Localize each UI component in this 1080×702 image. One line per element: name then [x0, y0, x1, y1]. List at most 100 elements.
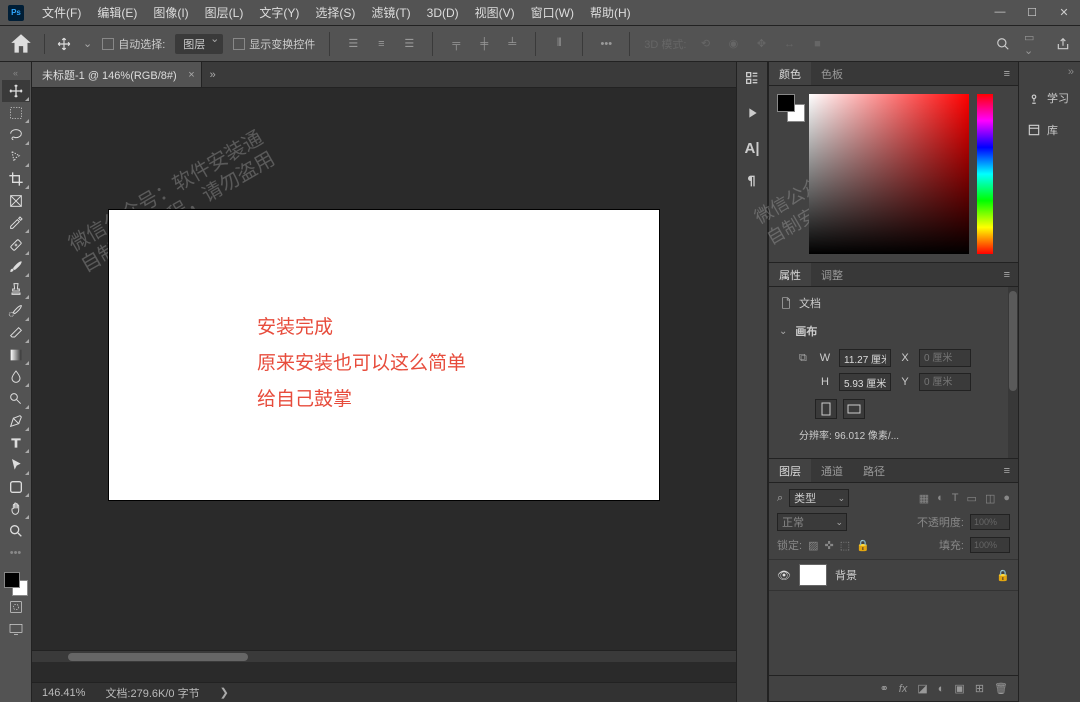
lock-all-icon[interactable]: 🔒 — [856, 539, 870, 552]
library-panel-button[interactable]: 库 — [1019, 114, 1080, 146]
eyedropper-tool[interactable] — [2, 212, 30, 234]
link-layers-icon[interactable]: ⚭ — [880, 682, 889, 695]
filter-adjust-icon[interactable]: ◐ — [937, 492, 944, 505]
layer-thumbnail[interactable] — [799, 564, 827, 586]
dodge-tool[interactable] — [2, 388, 30, 410]
menu-edit[interactable]: 编辑(E) — [89, 4, 145, 21]
lock-pixels-icon[interactable]: ▨ — [808, 539, 818, 552]
layer-group-icon[interactable]: ▣ — [954, 682, 964, 695]
filter-toggle-icon[interactable]: ● — [1003, 492, 1010, 505]
tab-color[interactable]: 颜色 — [769, 62, 811, 85]
filter-shape-icon[interactable]: ▭ — [967, 492, 977, 505]
move-tool-icon[interactable] — [55, 35, 73, 53]
doc-size[interactable]: 文档:279.6K/0 字节 — [105, 685, 199, 701]
props-panel-menu-icon[interactable]: ≡ — [996, 269, 1018, 281]
horizontal-scrollbar[interactable] — [32, 650, 736, 662]
menu-window[interactable]: 窗口(W) — [523, 4, 582, 21]
crop-tool[interactable] — [2, 168, 30, 190]
x-input[interactable] — [919, 349, 971, 367]
menu-select[interactable]: 选择(S) — [307, 4, 363, 21]
menu-layer[interactable]: 图层(L) — [197, 4, 252, 21]
lock-position-icon[interactable]: ✜ — [824, 539, 833, 552]
color-field[interactable] — [809, 94, 969, 254]
lock-artboard-icon[interactable]: ⬚ — [840, 539, 850, 552]
close-button[interactable]: ✕ — [1056, 6, 1072, 19]
resolution-text[interactable]: 分辨率: 96.012 像素/... — [799, 427, 1008, 442]
show-transform-checkbox[interactable] — [233, 38, 245, 50]
y-input[interactable] — [919, 373, 971, 391]
menu-filter[interactable]: 滤镜(T) — [363, 4, 418, 21]
character-panel-icon[interactable]: A| — [744, 140, 759, 157]
minimize-button[interactable]: — — [992, 6, 1008, 19]
edit-toolbar-icon[interactable]: ••• — [2, 542, 30, 564]
portrait-button[interactable] — [815, 399, 837, 419]
tab-swatches[interactable]: 色板 — [811, 62, 853, 85]
actions-panel-icon[interactable] — [744, 105, 760, 124]
tab-adjustments[interactable]: 调整 — [811, 263, 853, 286]
align-middle-icon[interactable]: ╪ — [475, 35, 493, 53]
menu-file[interactable]: 文件(F) — [34, 4, 89, 21]
distribute-icon[interactable]: ⫴ — [550, 35, 568, 53]
menu-help[interactable]: 帮助(H) — [582, 4, 639, 21]
frame-tool[interactable] — [2, 190, 30, 212]
tab-overflow-icon[interactable]: » — [202, 69, 224, 81]
learn-panel-button[interactable]: 学习 — [1019, 82, 1080, 114]
stamp-tool[interactable] — [2, 278, 30, 300]
opacity-input[interactable]: 100% — [970, 514, 1010, 530]
layer-lock-icon[interactable]: 🔒 — [996, 569, 1010, 582]
align-top-icon[interactable]: ╤ — [447, 35, 465, 53]
blend-mode-select[interactable]: 正常 — [777, 513, 847, 531]
hue-slider[interactable] — [977, 94, 993, 254]
lasso-tool[interactable] — [2, 124, 30, 146]
quickmask-tool[interactable] — [2, 596, 30, 618]
props-scrollbar[interactable] — [1008, 287, 1018, 458]
link-dims-icon[interactable]: ⧉ — [799, 352, 811, 365]
color-panel-menu-icon[interactable]: ≡ — [996, 68, 1018, 80]
tab-channels[interactable]: 通道 — [811, 459, 853, 482]
document-tab[interactable]: 未标题-1 @ 146%(RGB/8#) × — [32, 62, 202, 87]
fill-input[interactable]: 100% — [970, 537, 1010, 553]
blur-tool[interactable] — [2, 366, 30, 388]
filter-pixel-icon[interactable]: ▦ — [919, 492, 929, 505]
menu-view[interactable]: 视图(V) — [467, 4, 523, 21]
color-fg-bg[interactable] — [777, 94, 801, 254]
align-right-icon[interactable]: ☰ — [400, 35, 418, 53]
adjustment-layer-icon[interactable]: ◐ — [938, 683, 945, 695]
healing-tool[interactable] — [2, 234, 30, 256]
path-select-tool[interactable] — [2, 454, 30, 476]
status-menu-icon[interactable]: ❯ — [220, 686, 229, 699]
eraser-tool[interactable] — [2, 322, 30, 344]
tab-paths[interactable]: 路径 — [853, 459, 895, 482]
layer-name[interactable]: 背景 — [835, 567, 857, 583]
tab-layers[interactable]: 图层 — [769, 459, 811, 482]
type-tool[interactable] — [2, 432, 30, 454]
landscape-button[interactable] — [843, 399, 865, 419]
align-left-icon[interactable]: ☰ — [344, 35, 362, 53]
menu-image[interactable]: 图像(I) — [145, 4, 196, 21]
align-bottom-icon[interactable]: ╧ — [503, 35, 521, 53]
align-center-icon[interactable]: ≡ — [372, 35, 390, 53]
new-layer-icon[interactable]: ⊞ — [975, 682, 984, 695]
search-icon[interactable] — [994, 35, 1012, 53]
menu-type[interactable]: 文字(Y) — [251, 4, 307, 21]
history-brush-tool[interactable] — [2, 300, 30, 322]
layer-fx-icon[interactable]: fx — [899, 683, 908, 695]
auto-select-checkbox[interactable] — [102, 38, 114, 50]
share-icon[interactable] — [1054, 35, 1072, 53]
hand-tool[interactable] — [2, 498, 30, 520]
marquee-tool[interactable] — [2, 102, 30, 124]
zoom-tool[interactable] — [2, 520, 30, 542]
auto-select-dropdown[interactable]: 图层 — [175, 34, 223, 54]
delete-layer-icon[interactable]: 🗑 — [994, 682, 1008, 695]
move-tool[interactable] — [2, 80, 30, 102]
layers-panel-menu-icon[interactable]: ≡ — [996, 465, 1018, 477]
props-canvas-section[interactable]: 画布 — [779, 319, 1008, 343]
brush-tool[interactable] — [2, 256, 30, 278]
canvas[interactable]: 安装完成 原来安装也可以这么简单 给自己鼓掌 — [109, 210, 659, 500]
tab-close-icon[interactable]: × — [188, 69, 194, 81]
more-icon[interactable]: ••• — [597, 35, 615, 53]
width-input[interactable] — [839, 349, 891, 367]
layer-row-background[interactable]: 👁 背景 🔒 — [769, 559, 1018, 591]
filter-smart-icon[interactable]: ◫ — [985, 492, 995, 505]
maximize-button[interactable]: ☐ — [1024, 6, 1040, 19]
